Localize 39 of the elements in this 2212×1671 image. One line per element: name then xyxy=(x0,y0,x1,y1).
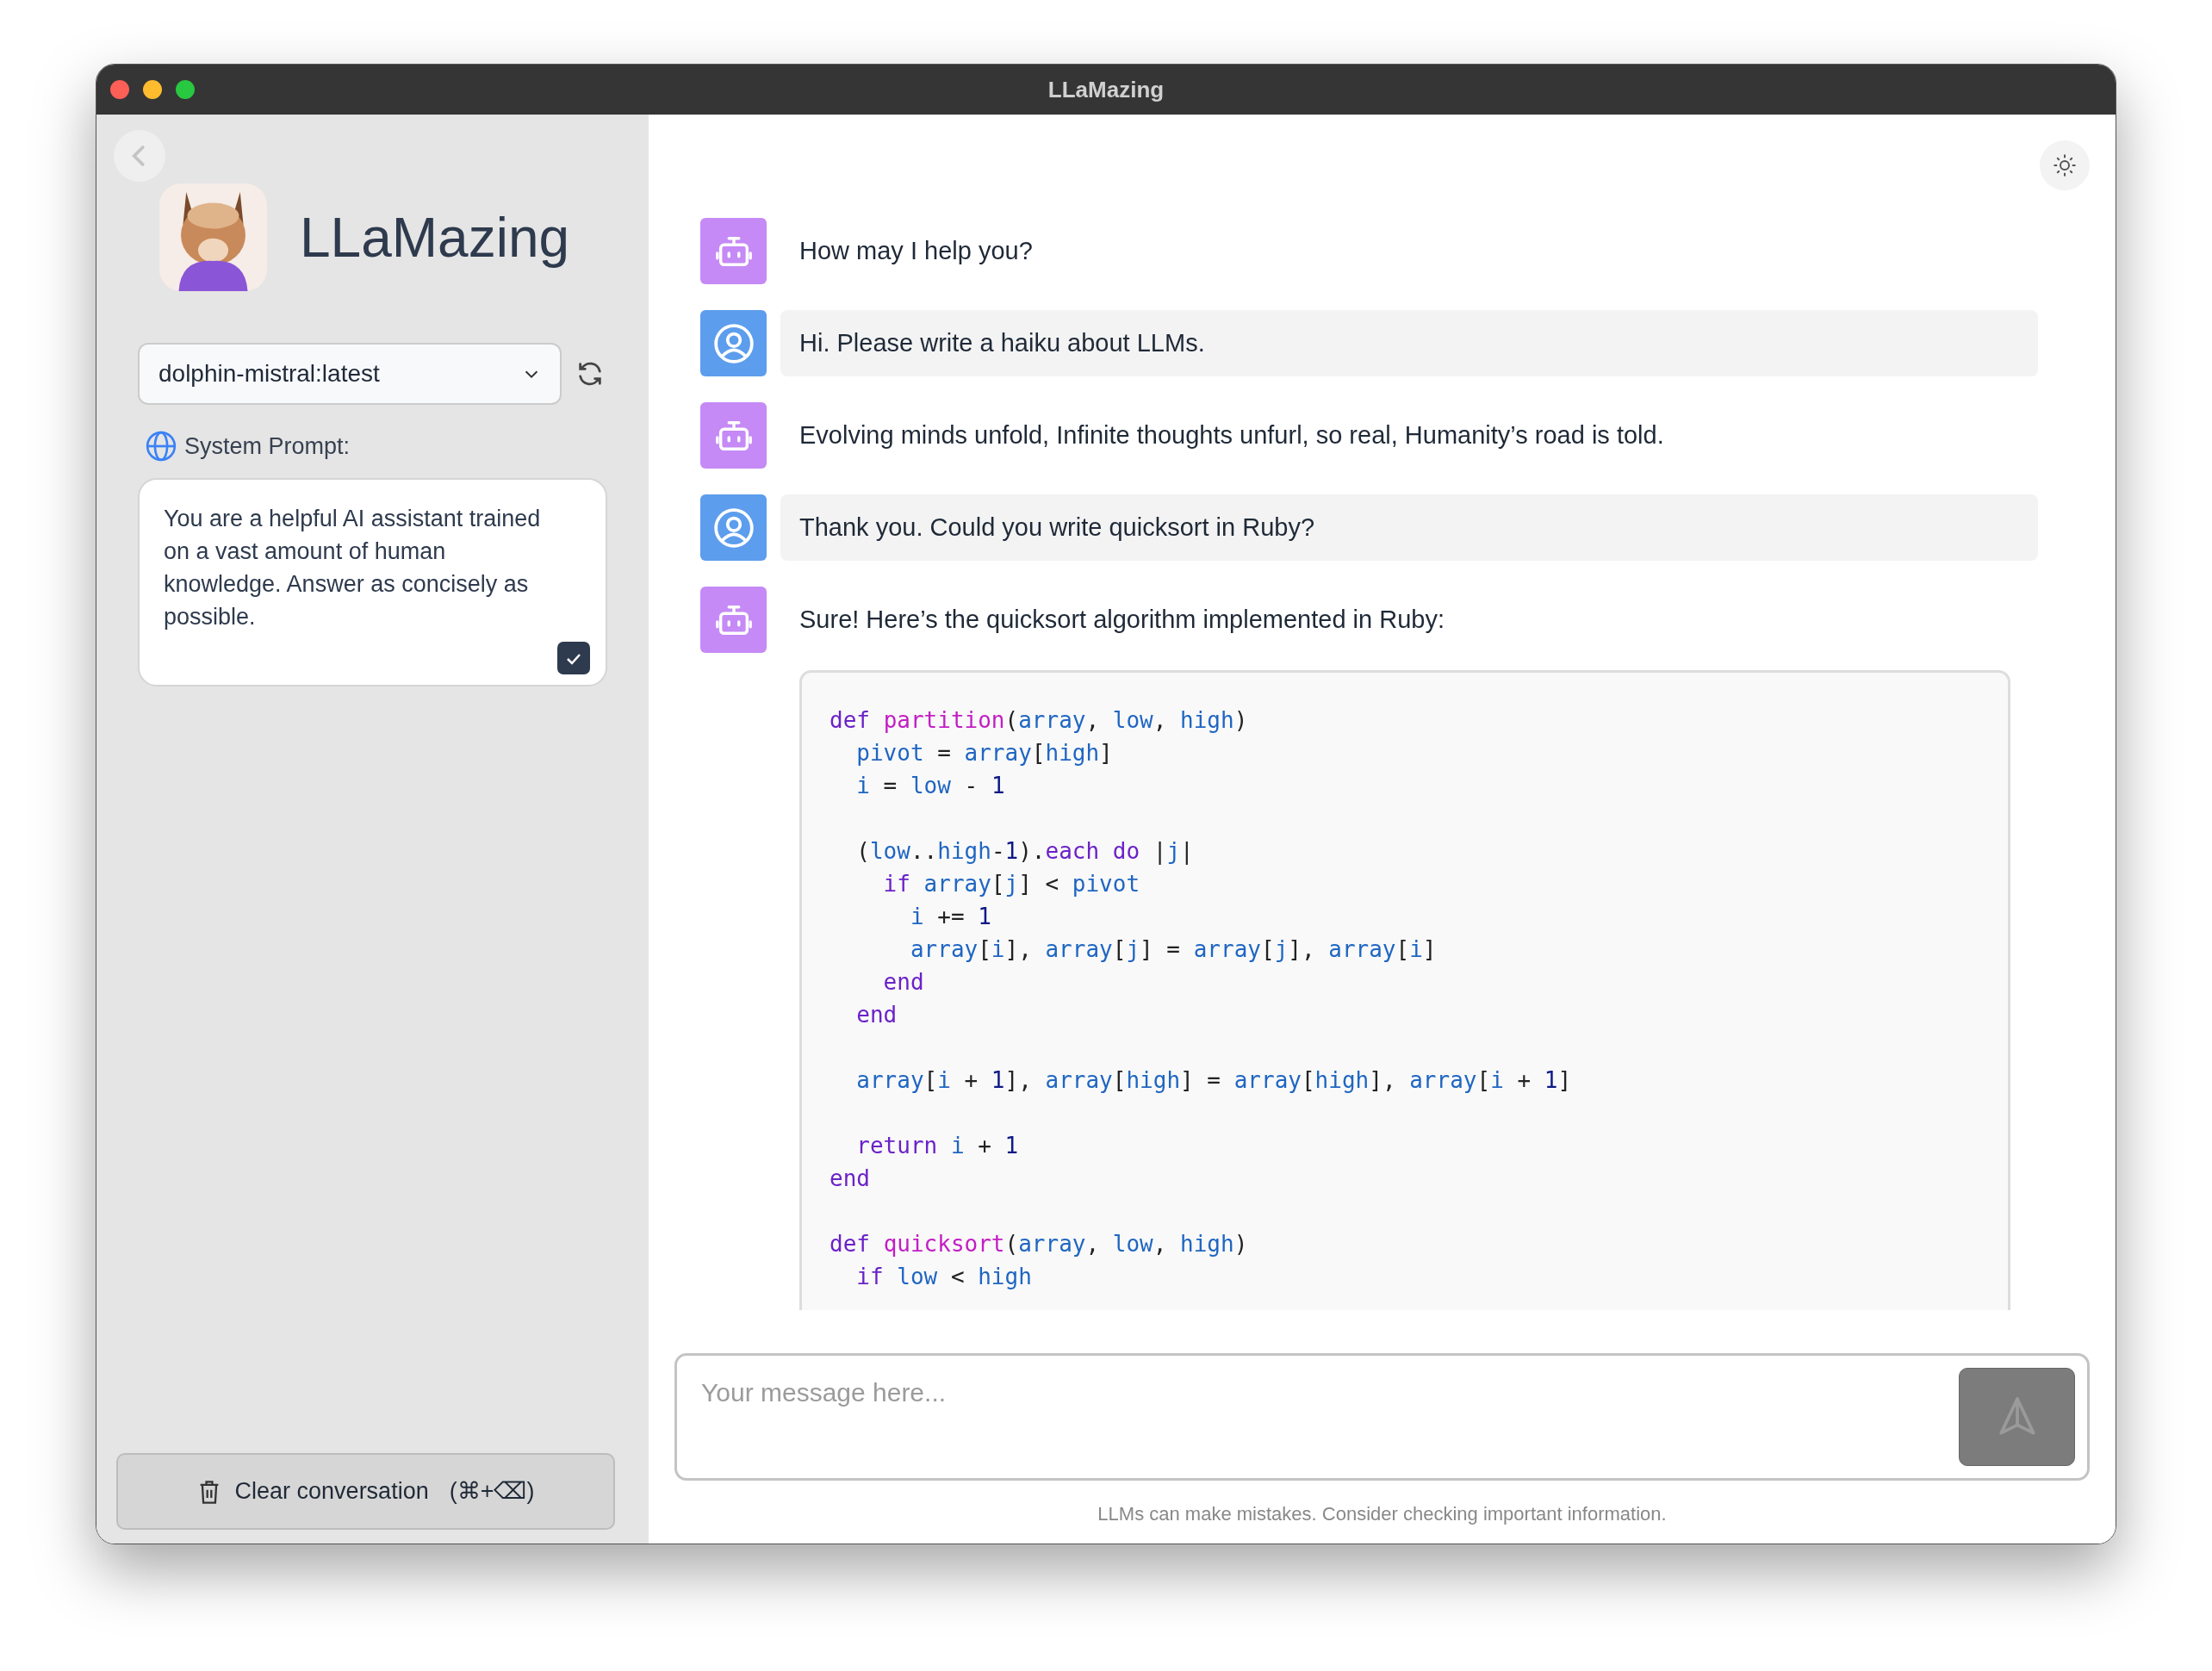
code-line: pivot = array[high] xyxy=(855,739,1113,767)
message-text: Hi. Please write a haiku about LLMs. xyxy=(799,327,1205,358)
zoom-window-button[interactable] xyxy=(176,80,195,99)
clear-conversation-button[interactable]: Clear conversation (⌘+⌫) xyxy=(116,1453,615,1530)
close-window-button[interactable] xyxy=(110,80,129,99)
code-line: if low < high xyxy=(855,1263,1032,1291)
minimize-window-button[interactable] xyxy=(143,80,162,99)
bot-avatar-icon xyxy=(700,402,767,469)
message-text: Evolving minds unfold, Infinite thoughts unfurl, so real, Humanity’s road is told. xyxy=(799,419,1664,450)
message-input-box[interactable]: Your message here... xyxy=(674,1353,2090,1481)
system-prompt-label: System Prompt: xyxy=(184,432,351,461)
code-line: array[i], array[j] = array[j], array[i] xyxy=(909,935,1437,964)
code-line: i += 1 xyxy=(909,903,991,931)
message-text: Thank you. Could you write quicksort in Ruby? xyxy=(799,512,1314,543)
user-avatar-icon xyxy=(700,310,767,376)
code-line: array[i + 1], array[high] = array[high], array[i + 1] xyxy=(855,1066,1572,1095)
sun-icon xyxy=(2052,152,2078,178)
message-text: Sure! Here’s the quicksort algorithm implemented in Ruby: xyxy=(799,604,1445,635)
system-prompt-field[interactable]: You are a helpful AI assistant trained on a vast amount of human knowledge. Answer as concisely as possible. xyxy=(138,477,607,686)
code-line: end xyxy=(882,968,924,997)
disclaimer-text: LLMs can make mistakes. Consider checking important information. xyxy=(1097,1503,1667,1525)
confirm-button[interactable] xyxy=(557,641,590,674)
message-text: How may I help you? xyxy=(799,235,1033,266)
user-avatar-icon xyxy=(700,494,767,561)
window-title: LLaMazing xyxy=(1047,75,1165,104)
message-field[interactable]: Your message here... xyxy=(677,1356,1959,1429)
code-line: (low..high-1).each do |j| xyxy=(855,837,1194,867)
code-line: def partition(array, low, high) xyxy=(830,706,1248,735)
code-line: return i + 1 xyxy=(855,1132,1019,1160)
model-select[interactable]: dolphin-mistral:latest xyxy=(138,343,562,405)
code-line: if array[j] < pivot xyxy=(882,870,1140,898)
code-line: end xyxy=(830,1165,870,1193)
code-line: end xyxy=(855,1001,898,1029)
globe-icon xyxy=(145,430,177,463)
bot-avatar-icon xyxy=(700,587,767,653)
code-line: i = low - 1 xyxy=(855,772,1005,800)
app-title: LLaMazing xyxy=(300,205,570,270)
bot-avatar-icon xyxy=(700,218,767,284)
code-line: def quicksort(array, low, high) xyxy=(830,1230,1248,1258)
